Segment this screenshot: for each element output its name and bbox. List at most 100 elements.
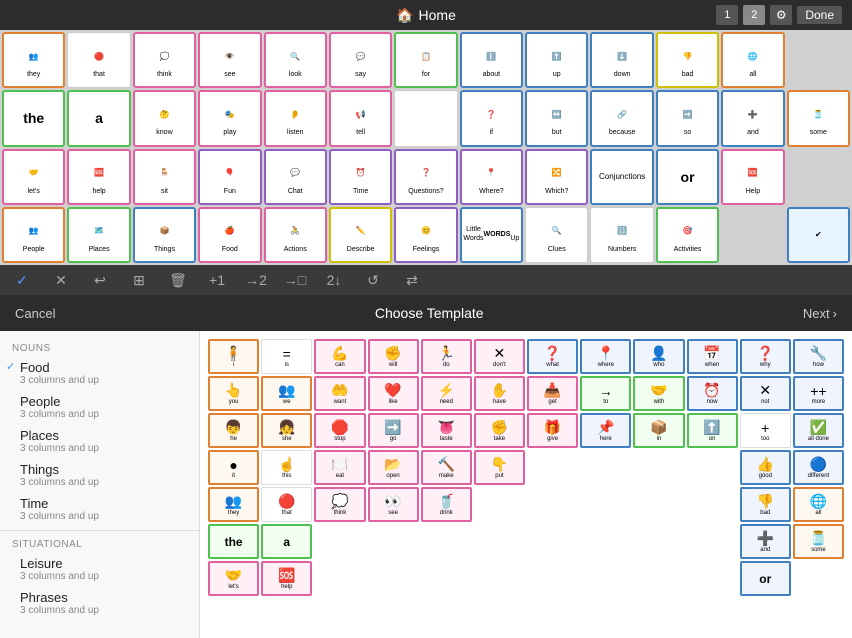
prev-cell-can[interactable]: 💪can [314, 339, 365, 374]
vocab-cell-lets[interactable]: 🤝let's [2, 149, 65, 205]
prev-cell-a2[interactable]: a [261, 524, 312, 559]
vocab-cell-sit[interactable]: 🪑sit [133, 149, 196, 205]
prev-cell-the2[interactable]: the [208, 524, 259, 559]
vocab-cell-a[interactable]: a [67, 90, 130, 146]
vocab-cell-feelings[interactable]: 😊Feelings [394, 207, 457, 263]
prev-cell-think2[interactable]: 💭think [314, 487, 365, 522]
vocab-cell-about[interactable]: ℹ️about [460, 32, 523, 88]
toolbar-delete[interactable]: 🗑 [166, 268, 190, 292]
prev-cell-different[interactable]: 🔵different [793, 450, 844, 485]
prev-cell-is[interactable]: =is [261, 339, 312, 374]
toolbar-2down[interactable]: 2↓ [322, 268, 346, 292]
prev-cell-i[interactable]: 🧍i [208, 339, 259, 374]
prev-cell-all-done[interactable]: ✅all done [793, 413, 844, 448]
vocab-cell-say[interactable]: 💬say [329, 32, 392, 88]
vocab-cell-numbers[interactable]: 🔢Numbers [590, 207, 653, 263]
vocab-cell-tell[interactable]: 📢tell [329, 90, 392, 146]
prev-cell-lets2[interactable]: 🤝let's [208, 561, 259, 596]
vocab-cell-questions[interactable]: ❓Questions? [394, 149, 457, 205]
prev-cell-will[interactable]: ✊will [368, 339, 419, 374]
prev-cell-taste[interactable]: 👅taste [421, 413, 472, 448]
prev-cell-who[interactable]: 👤who [633, 339, 684, 374]
vocab-cell-activities[interactable]: 🎯Activities [656, 207, 719, 263]
toolbar-x[interactable]: ✕ [49, 268, 73, 292]
sidebar-item-phrases[interactable]: Phrases 3 columns and up [0, 586, 199, 620]
vocab-cell-look[interactable]: 🔍look [264, 32, 327, 88]
prev-cell-bad2[interactable]: 👎bad [740, 487, 791, 522]
sidebar-item-time[interactable]: Time 3 columns and up [0, 492, 199, 526]
vocab-cell-describe[interactable]: ✏️Describe [329, 207, 392, 263]
toolbar-swap[interactable]: ⇄ [400, 268, 424, 292]
vocab-cell-that[interactable]: 🔴that [67, 32, 130, 88]
prev-cell-when[interactable]: 📅when [687, 339, 738, 374]
vocab-cell-know[interactable]: 🤔know [133, 90, 196, 146]
prev-cell-and2[interactable]: ➕and [740, 524, 791, 559]
vocab-cell-help[interactable]: 🆘help [67, 149, 130, 205]
prev-cell-with[interactable]: 🤝with [633, 376, 684, 411]
prev-cell-it[interactable]: ●it [208, 450, 259, 485]
prev-cell-go[interactable]: ➡️go [368, 413, 419, 448]
prev-cell-we[interactable]: 👥we [261, 376, 312, 411]
vocab-cell-but[interactable]: ↔️but [525, 90, 588, 146]
sidebar-item-places[interactable]: Places 3 columns and up [0, 424, 199, 458]
prev-cell-where[interactable]: 📍where [580, 339, 631, 374]
toolbar-refresh[interactable]: ↺ [361, 268, 385, 292]
toolbar-undo[interactable]: ↩ [88, 268, 112, 292]
prev-cell-open[interactable]: 📂open [368, 450, 419, 485]
vocab-cell-clues[interactable]: 🔍Clues [525, 207, 588, 263]
vocab-cell-things[interactable]: 📦Things [133, 207, 196, 263]
done-button[interactable]: Done [797, 6, 842, 24]
prev-cell-he[interactable]: 👦he [208, 413, 259, 448]
vocab-cell-for[interactable]: 📋for [394, 32, 457, 88]
prev-cell-some2[interactable]: 🫙some [793, 524, 844, 559]
vocab-cell-and[interactable]: ➕and [721, 90, 784, 146]
vocab-cell-if[interactable]: ❓if [460, 90, 523, 146]
vocab-cell-up[interactable]: ⬆️up [525, 32, 588, 88]
sidebar-item-things[interactable]: Things 3 columns and up [0, 458, 199, 492]
prev-cell-give[interactable]: 🎁give [527, 413, 578, 448]
prev-cell-why[interactable]: ❓why [740, 339, 791, 374]
toolbar-check[interactable]: ✓ [10, 268, 34, 292]
prev-cell-more[interactable]: ++more [793, 376, 844, 411]
prev-cell-now[interactable]: ⏰now [687, 376, 738, 411]
vocab-cell-or[interactable]: or [656, 149, 719, 205]
vocab-cell-help2[interactable]: 🆘Help [721, 149, 784, 205]
prev-cell-here[interactable]: 📌here [580, 413, 631, 448]
vocab-cell-down[interactable]: ⬇️down [590, 32, 653, 88]
vocab-cell-listen[interactable]: 👂listen [264, 90, 327, 146]
vocab-cell-actions[interactable]: 🚴Actions [264, 207, 327, 263]
next-button[interactable]: Next › [803, 306, 837, 321]
vocab-cell-which[interactable]: 🔀Which? [525, 149, 588, 205]
vocab-cell-see[interactable]: 👁️see [198, 32, 261, 88]
prev-cell-like[interactable]: ❤️like [368, 376, 419, 411]
vocab-cell-bad[interactable]: 👎bad [656, 32, 719, 88]
vocab-cell-conjunctions[interactable]: Conjunctions [590, 149, 653, 205]
vocab-cell-fun[interactable]: 🎈Fun [198, 149, 261, 205]
prev-cell-that2[interactable]: 🔴that [261, 487, 312, 522]
vocab-cell-where[interactable]: 📍Where? [460, 149, 523, 205]
sidebar-item-leisure[interactable]: Leisure 3 columns and up [0, 552, 199, 586]
page2-button[interactable]: 2 [743, 5, 765, 25]
prev-cell-or2[interactable]: or [740, 561, 791, 596]
toolbar-arrow2[interactable]: →2 [244, 268, 268, 292]
prev-cell-get[interactable]: 📥get [527, 376, 578, 411]
vocab-cell-think[interactable]: 💭think [133, 32, 196, 88]
vocab-cell-all[interactable]: 🌐all [721, 32, 784, 88]
prev-cell-she[interactable]: 👧she [261, 413, 312, 448]
vocab-cell-food[interactable]: 🍎Food [198, 207, 261, 263]
prev-cell-put[interactable]: 👇put [474, 450, 525, 485]
sidebar-item-people[interactable]: People 3 columns and up [0, 390, 199, 424]
prev-cell-do[interactable]: 🏃do [421, 339, 472, 374]
prev-cell-they2[interactable]: 👥they [208, 487, 259, 522]
prev-cell-not[interactable]: ✕not [740, 376, 791, 411]
prev-cell-drink[interactable]: 🥤drink [421, 487, 472, 522]
prev-cell-eat[interactable]: 🍽️eat [314, 450, 365, 485]
prev-cell-you[interactable]: 👆you [208, 376, 259, 411]
prev-cell-need[interactable]: ⚡need [421, 376, 472, 411]
prev-cell-how[interactable]: 🔧how [793, 339, 844, 374]
prev-cell-in[interactable]: 📦in [633, 413, 684, 448]
prev-cell-this[interactable]: ☝this [261, 450, 312, 485]
prev-cell-what[interactable]: ❓what [527, 339, 578, 374]
vocab-cell-play[interactable]: 🎭play [198, 90, 261, 146]
prev-cell-stop[interactable]: 🛑stop [314, 413, 365, 448]
